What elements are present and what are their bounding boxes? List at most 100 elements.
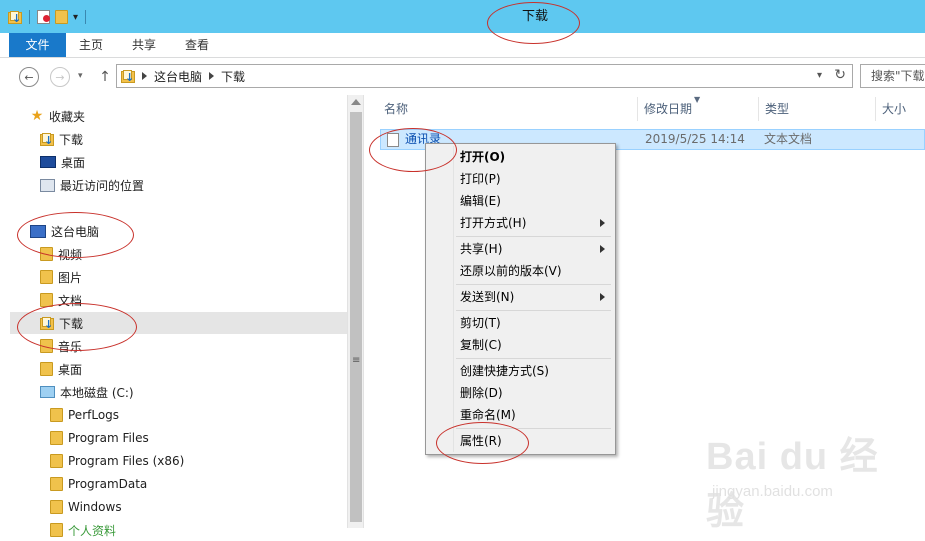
nav-item-downloads[interactable]: ↓ 下载 bbox=[10, 312, 347, 334]
menu-item-create-shortcut[interactable]: 创建快捷方式(S) bbox=[428, 360, 613, 382]
tab-home[interactable]: 主页 bbox=[70, 33, 112, 57]
up-button[interactable]: ↑ bbox=[97, 67, 113, 87]
menu-item-rename[interactable]: 重命名(M) bbox=[428, 404, 613, 426]
menu-item-share[interactable]: 共享(H) bbox=[428, 238, 613, 260]
folder-icon bbox=[50, 454, 63, 468]
menu-item-label: 发送到(N) bbox=[460, 290, 515, 304]
nav-item-windows[interactable]: Windows bbox=[50, 496, 122, 518]
address-history-dropdown-icon[interactable]: ▾ bbox=[817, 70, 822, 81]
downloads-folder-icon: ↓ bbox=[40, 132, 54, 146]
nav-item-personal-data[interactable]: 个人资料 bbox=[50, 519, 116, 541]
folder-icon bbox=[50, 408, 63, 422]
menu-item-delete[interactable]: 删除(D) bbox=[428, 382, 613, 404]
refresh-icon[interactable]: ↻ bbox=[834, 67, 846, 83]
text-file-icon bbox=[387, 133, 399, 147]
submenu-arrow-icon bbox=[600, 219, 605, 227]
downloads-folder-icon: ↓ bbox=[40, 316, 54, 330]
recent-locations-chevron-icon[interactable]: ▾ bbox=[78, 71, 83, 81]
folder-icon bbox=[50, 431, 63, 445]
menu-item-properties[interactable]: 属性(R) bbox=[428, 430, 613, 452]
nav-item-downloads-favorite[interactable]: ↓ 下载 bbox=[40, 128, 83, 150]
file-date-modified: 2019/5/25 14:14 bbox=[645, 132, 745, 146]
column-header-name[interactable]: 名称 bbox=[378, 97, 638, 121]
nav-item-label: 桌面 bbox=[58, 362, 83, 377]
nav-item-program-files-x86[interactable]: Program Files (x86) bbox=[50, 450, 184, 472]
tab-share[interactable]: 共享 bbox=[123, 33, 165, 57]
menu-item-restore-previous-versions[interactable]: 还原以前的版本(V) bbox=[428, 260, 613, 282]
scroll-grip-icon: ≡ bbox=[352, 355, 361, 366]
breadcrumb-this-pc[interactable]: 这台电脑 bbox=[154, 68, 202, 85]
videos-folder-icon bbox=[40, 247, 53, 261]
desktop-folder-icon bbox=[40, 362, 53, 376]
nav-item-program-files[interactable]: Program Files bbox=[50, 427, 149, 449]
nav-item-perflogs[interactable]: PerfLogs bbox=[50, 404, 119, 426]
nav-item-recent-places[interactable]: 最近访问的位置 bbox=[40, 174, 144, 196]
nav-item-pictures[interactable]: 图片 bbox=[40, 266, 82, 288]
drive-icon bbox=[40, 386, 55, 398]
menu-item-label: 打开方式(H) bbox=[460, 216, 527, 230]
tab-view[interactable]: 查看 bbox=[176, 33, 218, 57]
back-arrow-icon: ← bbox=[24, 70, 34, 84]
folder-icon bbox=[50, 500, 63, 514]
menu-item-edit[interactable]: 编辑(E) bbox=[428, 190, 613, 212]
breadcrumb-separator-icon[interactable] bbox=[209, 72, 215, 80]
nav-item-label: 下载 bbox=[59, 132, 84, 147]
nav-item-label: 收藏夹 bbox=[49, 109, 86, 124]
downloads-folder-icon: ↓ bbox=[121, 69, 135, 83]
sort-descending-icon: ▼ bbox=[694, 95, 701, 104]
watermark-url: jingyan.baidu.com bbox=[712, 483, 833, 500]
menu-item-label: 共享(H) bbox=[460, 242, 503, 256]
star-icon: ★ bbox=[30, 108, 44, 124]
file-type: 文本文档 bbox=[764, 132, 813, 146]
column-header-type[interactable]: 类型 bbox=[759, 97, 876, 121]
menu-separator bbox=[456, 428, 611, 429]
music-folder-icon bbox=[40, 339, 53, 353]
nav-item-label: 个人资料 bbox=[68, 523, 117, 538]
menu-item-open-with[interactable]: 打开方式(H) bbox=[428, 212, 613, 234]
back-button[interactable]: ← bbox=[19, 67, 39, 87]
nav-item-label: ProgramData bbox=[68, 477, 148, 491]
nav-item-music[interactable]: 音乐 bbox=[40, 335, 82, 357]
documents-folder-icon bbox=[40, 293, 53, 307]
nav-item-desktop[interactable]: 桌面 bbox=[40, 358, 82, 380]
menu-item-copy[interactable]: 复制(C) bbox=[428, 334, 613, 356]
breadcrumb-downloads[interactable]: 下载 bbox=[221, 68, 245, 85]
nav-item-documents[interactable]: 文档 bbox=[40, 289, 82, 311]
submenu-arrow-icon bbox=[600, 293, 605, 301]
breadcrumb-separator-icon[interactable] bbox=[142, 72, 147, 80]
explorer-window: ↓ ▾ 下载 文件 主页 共享 查看 ← → ▾ ↑ ↓ 这台电脑 下载 ▾ ↻… bbox=[0, 0, 925, 538]
nav-item-videos[interactable]: 视频 bbox=[40, 243, 82, 265]
nav-item-label: 音乐 bbox=[58, 339, 83, 354]
nav-item-label: Program Files bbox=[68, 431, 149, 445]
baidu-jingyan-watermark: Bai du 经验 jingyan.baidu.com bbox=[706, 425, 916, 533]
search-input[interactable]: 搜索"下载" bbox=[860, 64, 925, 88]
nav-item-label: 图片 bbox=[58, 270, 83, 285]
scroll-up-icon[interactable] bbox=[351, 99, 361, 105]
nav-item-label: Program Files (x86) bbox=[68, 454, 185, 468]
nav-item-this-pc[interactable]: 这台电脑 bbox=[30, 220, 99, 242]
menu-item-print[interactable]: 打印(P) bbox=[428, 168, 613, 190]
scrollbar-thumb[interactable] bbox=[350, 112, 362, 522]
nav-item-programdata[interactable]: ProgramData bbox=[50, 473, 147, 495]
forward-arrow-icon: → bbox=[55, 70, 65, 84]
navigation-pane-scrollbar[interactable]: ≡ bbox=[347, 95, 364, 528]
nav-item-label: 本地磁盘 (C:) bbox=[60, 385, 134, 400]
this-pc-icon bbox=[30, 224, 46, 238]
address-bar[interactable]: ↓ 这台电脑 下载 ▾ ↻ bbox=[116, 64, 853, 88]
submenu-arrow-icon bbox=[600, 245, 605, 253]
nav-item-label: 视频 bbox=[58, 247, 83, 262]
menu-item-open[interactable]: 打开(O) bbox=[428, 146, 613, 168]
nav-item-local-disk-c[interactable]: 本地磁盘 (C:) bbox=[40, 381, 134, 403]
menu-item-send-to[interactable]: 发送到(N) bbox=[428, 286, 613, 308]
nav-item-label: 文档 bbox=[58, 293, 83, 308]
forward-button[interactable]: → bbox=[50, 67, 70, 87]
tab-file[interactable]: 文件 bbox=[9, 33, 66, 57]
breadcrumb: ↓ 这台电脑 下载 bbox=[121, 65, 245, 87]
nav-item-favorites[interactable]: ★ 收藏夹 bbox=[30, 105, 85, 127]
column-headers: 名称 修改日期 ▼ 类型 大小 bbox=[364, 95, 925, 121]
recent-places-icon bbox=[40, 178, 55, 192]
nav-item-label: 下载 bbox=[59, 316, 84, 331]
menu-item-cut[interactable]: 剪切(T) bbox=[428, 312, 613, 334]
nav-item-desktop-favorite[interactable]: 桌面 bbox=[40, 151, 85, 173]
column-header-size[interactable]: 大小 bbox=[876, 97, 925, 121]
